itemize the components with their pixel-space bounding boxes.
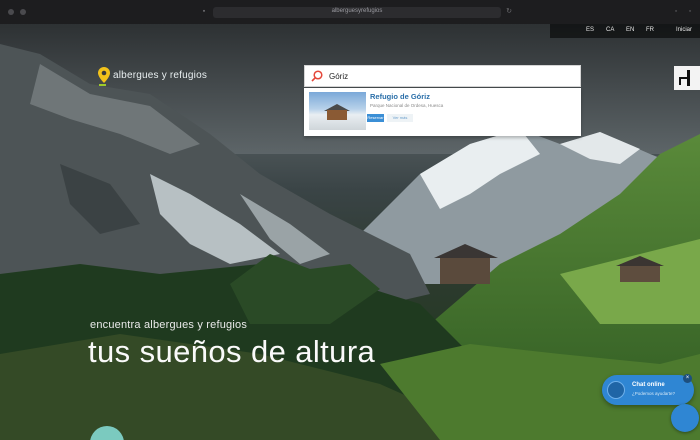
- nav-item-es[interactable]: ES: [586, 27, 594, 33]
- address-bar[interactable]: alberguesyrefugios: [213, 7, 501, 18]
- language-nav: ES CA EN FR Iniciar: [550, 24, 700, 38]
- result-thumbnail: [309, 92, 366, 130]
- nav-item-en[interactable]: EN: [626, 27, 634, 33]
- login-link[interactable]: Iniciar: [676, 27, 692, 33]
- chevron-down-icon: ⌄: [90, 434, 124, 440]
- browser-toolbar: ▪ alberguesyrefugios ↻ ▫ ▫: [0, 0, 700, 24]
- share-icon[interactable]: ▫: [672, 8, 680, 16]
- shield-icon[interactable]: ▪: [200, 8, 208, 16]
- nav-item-ca[interactable]: CA: [606, 27, 614, 33]
- search-icon[interactable]: [311, 70, 323, 82]
- search-box[interactable]: [304, 65, 581, 87]
- search-input[interactable]: [329, 69, 569, 83]
- chat-title: Chat online: [632, 382, 665, 388]
- address-text: alberguesyrefugios: [331, 8, 383, 14]
- brand-accent-bar: [99, 84, 106, 86]
- result-location: Parque Nacional de Ordesa, Huesca: [370, 103, 444, 108]
- partner-logo[interactable]: [674, 66, 700, 90]
- tabs-icon[interactable]: ▫: [686, 8, 694, 16]
- chat-avatar: [607, 381, 625, 399]
- hero-headline: tus sueños de altura: [88, 334, 376, 369]
- location-pin-icon: [98, 67, 110, 83]
- more-info-button[interactable]: Ver más: [387, 114, 413, 122]
- chat-subtitle: ¿Podemos ayudarte?: [632, 391, 676, 396]
- site-logo[interactable]: albergues y refugios: [98, 67, 208, 86]
- page: ES CA EN FR Iniciar albergues y refugios…: [0, 24, 700, 440]
- search-result-item[interactable]: Refugio de Góriz Parque Nacional de Orde…: [304, 88, 581, 136]
- reserve-button[interactable]: Reservar: [367, 114, 384, 122]
- sidebar-icon[interactable]: [8, 9, 14, 15]
- close-icon[interactable]: ×: [683, 374, 692, 383]
- chat-widget[interactable]: Chat online ¿Podemos ayudarte? ×: [602, 374, 694, 405]
- result-title[interactable]: Refugio de Góriz: [370, 92, 430, 101]
- nav-item-fr[interactable]: FR: [646, 27, 654, 33]
- chat-launcher-button[interactable]: [671, 404, 699, 432]
- brand-label: albergues y refugios: [113, 69, 208, 81]
- reload-icon[interactable]: ↻: [505, 8, 513, 16]
- back-icon[interactable]: [20, 9, 26, 15]
- hero-tagline: encuentra albergues y refugios: [90, 319, 248, 331]
